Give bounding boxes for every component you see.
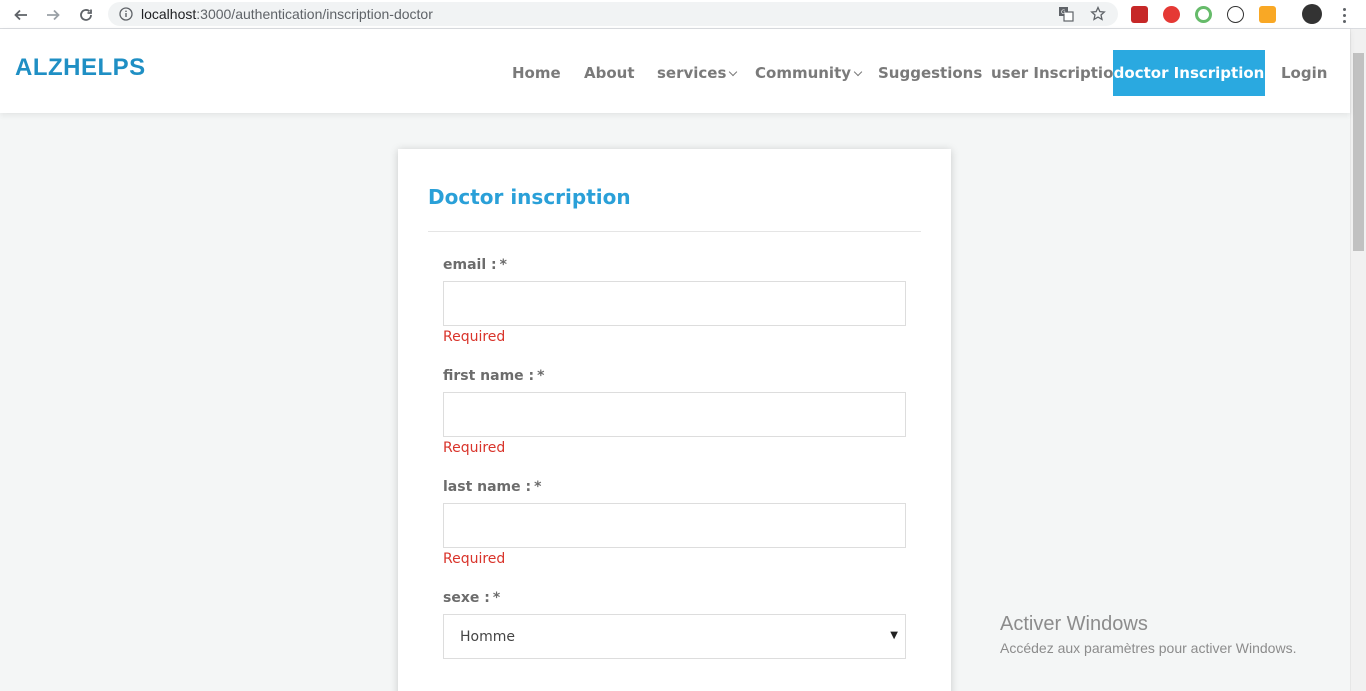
scrollbar-thumb[interactable] bbox=[1353, 53, 1364, 251]
nav-user-inscription[interactable]: user Inscription bbox=[991, 50, 1124, 96]
windows-activation-watermark: Activer Windows Accédez aux paramètres p… bbox=[1000, 613, 1296, 656]
url-text: localhost:3000/authentication/inscriptio… bbox=[141, 6, 433, 22]
svg-text:G: G bbox=[1061, 9, 1066, 16]
nav-doctor-inscription[interactable]: doctor Inscription bbox=[1113, 50, 1265, 96]
nav-suggestions[interactable]: Suggestions bbox=[878, 50, 982, 96]
sexe-select[interactable]: Homme ▼ bbox=[443, 614, 906, 659]
nav-services-label: services bbox=[657, 64, 727, 82]
reload-button[interactable] bbox=[75, 4, 97, 26]
forward-button[interactable] bbox=[42, 4, 64, 26]
profile-avatar[interactable] bbox=[1302, 4, 1322, 24]
forward-arrow-icon bbox=[47, 9, 60, 21]
email-error: Required bbox=[443, 329, 506, 345]
email-field[interactable] bbox=[443, 281, 906, 326]
nav-home[interactable]: Home bbox=[512, 50, 561, 96]
reload-icon bbox=[80, 9, 92, 21]
doctor-inscription-form: Doctor inscription email : * Required fir… bbox=[398, 149, 951, 691]
title-divider bbox=[428, 231, 921, 232]
required-marker: * bbox=[492, 590, 501, 606]
chevron-down-icon bbox=[729, 67, 738, 77]
extension-icon-2[interactable] bbox=[1163, 6, 1180, 23]
extension-icon-1[interactable] bbox=[1131, 6, 1148, 23]
address-bar[interactable]: localhost:3000/authentication/inscriptio… bbox=[108, 2, 1118, 26]
dropdown-arrow-icon: ▼ bbox=[890, 630, 898, 641]
back-button[interactable] bbox=[10, 4, 32, 26]
site-logo[interactable]: ALZHELPS bbox=[15, 54, 146, 82]
extension-icon-4[interactable] bbox=[1227, 6, 1244, 23]
url-path: :3000/authentication/inscription-doctor bbox=[196, 6, 433, 22]
last-name-label: last name : * bbox=[443, 479, 541, 495]
chevron-down-icon bbox=[853, 67, 863, 77]
last-name-field[interactable] bbox=[443, 503, 906, 548]
watermark-title: Activer Windows bbox=[1000, 613, 1148, 635]
nav-community-label: Community bbox=[755, 64, 852, 82]
browser-menu-button[interactable] bbox=[1336, 5, 1352, 25]
watermark-subtitle: Accédez aux paramètres pour activer Wind… bbox=[1000, 640, 1297, 656]
nav-community[interactable]: Community bbox=[755, 50, 863, 96]
email-label: email : * bbox=[443, 257, 507, 273]
page-scrollbar[interactable] bbox=[1350, 29, 1366, 691]
browser-toolbar: localhost:3000/authentication/inscriptio… bbox=[0, 0, 1366, 29]
required-marker: * bbox=[537, 368, 545, 384]
email-label-text: email : bbox=[443, 257, 497, 273]
last-name-label-text: last name : bbox=[443, 479, 532, 495]
required-marker: * bbox=[499, 257, 507, 273]
required-marker: * bbox=[534, 479, 542, 495]
first-name-label: first name : * bbox=[443, 368, 544, 384]
nav-services[interactable]: services bbox=[657, 50, 738, 96]
site-header: ALZHELPS Home About services Community S… bbox=[0, 29, 1350, 113]
extension-icon-5[interactable] bbox=[1259, 6, 1276, 23]
translate-icon[interactable]: G bbox=[1058, 6, 1074, 22]
nav-about[interactable]: About bbox=[584, 50, 635, 96]
star-icon[interactable] bbox=[1090, 6, 1106, 22]
first-name-field[interactable] bbox=[443, 392, 906, 437]
nav-login[interactable]: Login bbox=[1281, 50, 1327, 96]
sexe-label-text: sexe : bbox=[443, 590, 490, 606]
info-icon[interactable] bbox=[119, 7, 133, 21]
back-arrow-icon bbox=[14, 9, 27, 21]
last-name-error: Required bbox=[443, 551, 506, 567]
sexe-label: sexe : * bbox=[443, 590, 500, 606]
first-name-error: Required bbox=[443, 440, 506, 456]
form-title: Doctor inscription bbox=[428, 185, 631, 209]
first-name-label-text: first name : bbox=[443, 368, 535, 384]
extension-icon-3[interactable] bbox=[1195, 6, 1212, 23]
sexe-selected-value: Homme bbox=[460, 628, 515, 645]
url-host: localhost bbox=[141, 6, 197, 22]
